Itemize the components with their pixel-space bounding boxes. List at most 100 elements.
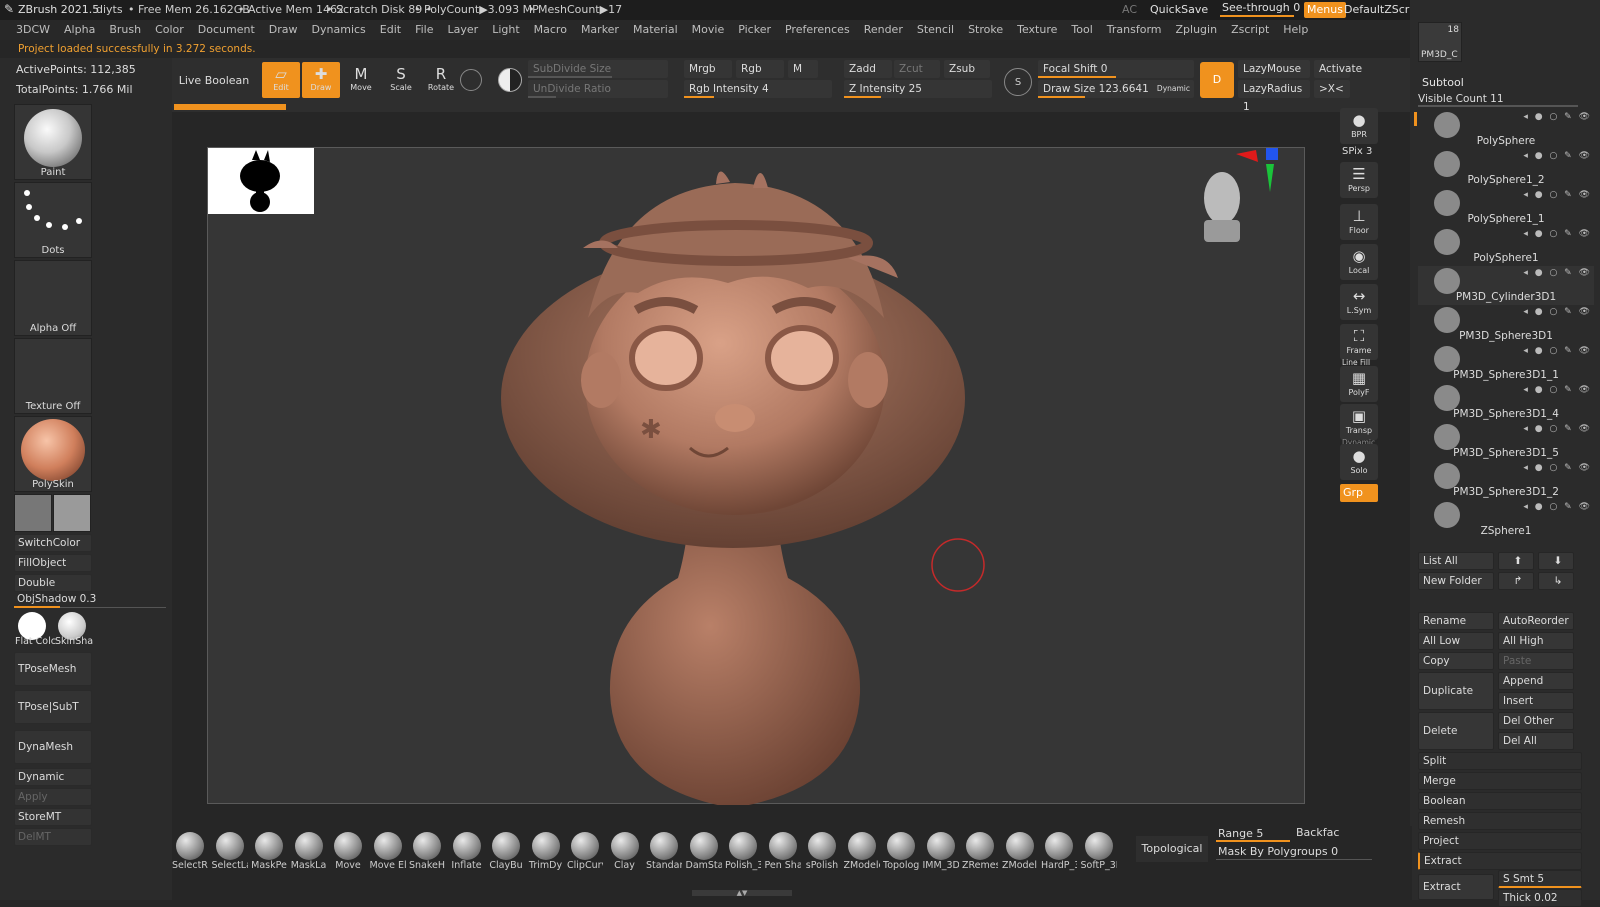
local-button[interactable]: ◉ Local: [1340, 244, 1378, 280]
switch-color-button[interactable]: SwitchColor: [14, 534, 92, 552]
subtool-visibility-icon[interactable]: ◂ ● ○ ✎ 👁: [1523, 229, 1592, 239]
del-all-button[interactable]: Del All: [1498, 732, 1574, 750]
gizmo-icon[interactable]: [460, 69, 482, 91]
range-slider[interactable]: Range 5: [1216, 826, 1290, 842]
list-all-button[interactable]: List All: [1418, 552, 1494, 570]
m-button[interactable]: M: [788, 60, 818, 78]
brush-softp-3d[interactable]: SoftP_3D: [1081, 832, 1117, 871]
subtool-item[interactable]: ◂ ● ○ ✎ 👁 ZSphere1: [1418, 500, 1594, 539]
menu-picker[interactable]: Picker: [738, 20, 771, 40]
subtool-item[interactable]: ◂ ● ○ ✎ 👁 PM3D_Sphere3D1_2: [1418, 461, 1594, 500]
extract-section[interactable]: Extract: [1418, 852, 1582, 870]
apply-button[interactable]: Apply: [14, 788, 92, 806]
mrgb-button[interactable]: Mrgb: [684, 60, 732, 78]
insert-button[interactable]: Insert: [1498, 692, 1574, 710]
menu-draw[interactable]: Draw: [269, 20, 298, 40]
lsym-button[interactable]: ↔ L.Sym: [1340, 284, 1378, 320]
draw-button[interactable]: ✚ Draw: [302, 62, 340, 98]
subtool-item[interactable]: ◂ ● ○ ✎ 👁 PM3D_Sphere3D1_4: [1418, 383, 1594, 422]
rename-button[interactable]: Rename: [1418, 612, 1494, 630]
alpha-thumbnail[interactable]: Alpha Off: [14, 260, 92, 336]
subtool-item[interactable]: ◂ ● ○ ✎ 👁 PolySphere1: [1418, 227, 1594, 266]
all-low-button[interactable]: All Low: [1418, 632, 1494, 650]
menus-button[interactable]: Menus: [1304, 2, 1346, 18]
subtool-visibility-icon[interactable]: ◂ ● ○ ✎ 👁: [1523, 268, 1592, 278]
menu-brush[interactable]: Brush: [109, 20, 141, 40]
menu-macro[interactable]: Macro: [534, 20, 567, 40]
menu-file[interactable]: File: [415, 20, 433, 40]
yin-yang-icon[interactable]: [498, 68, 522, 92]
brush-polish-3[interactable]: Polish_3: [725, 832, 761, 871]
dynamesh-button[interactable]: DynaMesh: [14, 730, 92, 764]
new-folder-button[interactable]: New Folder: [1418, 572, 1494, 590]
brush-pen-sha[interactable]: Pen Sha: [765, 832, 801, 871]
subtool-visibility-icon[interactable]: ◂ ● ○ ✎ 👁: [1523, 307, 1592, 317]
scale-button[interactable]: S Scale: [382, 62, 420, 98]
brush-standar[interactable]: Standar: [646, 832, 682, 871]
zcut-button[interactable]: Zcut: [894, 60, 940, 78]
menu-light[interactable]: Light: [492, 20, 519, 40]
autoreorder-button[interactable]: AutoReorder: [1498, 612, 1574, 630]
tpose-subt-button[interactable]: TPose|SubT: [14, 690, 92, 724]
dynamic-button[interactable]: Dynamic: [14, 768, 92, 786]
all-high-button[interactable]: All High: [1498, 632, 1574, 650]
brush-clipcurv[interactable]: ClipCurv: [567, 832, 603, 871]
menu-zplugin[interactable]: Zplugin: [1176, 20, 1218, 40]
canvas-viewport[interactable]: ✱: [207, 147, 1306, 805]
thick-slider[interactable]: Thick 0.02: [1498, 889, 1582, 907]
main-color-swatch[interactable]: [14, 494, 52, 532]
activate-button[interactable]: Activate: [1314, 60, 1362, 78]
undivide-ratio-slider[interactable]: UnDivide Ratio: [528, 80, 668, 98]
floor-button[interactable]: ⊥ Floor: [1340, 204, 1378, 240]
delete-button[interactable]: Delete: [1418, 712, 1494, 750]
subtool-item[interactable]: ◂ ● ○ ✎ 👁 PolySphere1_1: [1418, 188, 1594, 227]
split-button[interactable]: Split: [1418, 752, 1582, 770]
brush-topolog[interactable]: Topolog: [883, 832, 919, 871]
subtool-item[interactable]: ◂ ● ○ ✎ 👁 PM3D_Sphere3D1_1: [1418, 344, 1594, 383]
subtool-thumbnail[interactable]: 18 PM3D_C: [1418, 22, 1462, 62]
brush-clay[interactable]: Clay: [607, 832, 643, 871]
menu-stroke[interactable]: Stroke: [968, 20, 1003, 40]
paste-button[interactable]: Paste: [1498, 652, 1574, 670]
menu-tool[interactable]: Tool: [1071, 20, 1092, 40]
storemt-button[interactable]: StoreMT: [14, 808, 92, 826]
bpr-button[interactable]: ● BPR: [1340, 108, 1378, 144]
s-smt-slider[interactable]: S Smt 5: [1498, 870, 1582, 888]
brush-snakeho[interactable]: SnakeHo: [409, 832, 445, 871]
boolean-button[interactable]: Boolean: [1418, 792, 1582, 810]
visible-count-slider[interactable]: Visible Count 11: [1418, 93, 1578, 107]
brush-spolish[interactable]: sPolish: [804, 832, 840, 871]
copy-button[interactable]: Copy: [1418, 652, 1494, 670]
symmetry-x-button[interactable]: >X<: [1314, 80, 1350, 98]
d-toggle-button[interactable]: D: [1200, 62, 1234, 98]
menu-preferences[interactable]: Preferences: [785, 20, 850, 40]
objshadow-slider[interactable]: ObjShadow 0.3: [14, 592, 166, 608]
subtool-item[interactable]: ◂ ● ○ ✎ 👁 PM3D_Sphere3D1: [1418, 305, 1594, 344]
brush-zmodele[interactable]: ZModele: [844, 832, 880, 871]
merge-button[interactable]: Merge: [1418, 772, 1582, 790]
brush-claybu[interactable]: ClayBu: [488, 832, 524, 871]
menu-edit[interactable]: Edit: [380, 20, 401, 40]
brush-maskpe[interactable]: MaskPe: [251, 832, 287, 871]
brush-imm-3d[interactable]: IMM_3D: [923, 832, 959, 871]
subtool-visibility-icon[interactable]: ◂ ● ○ ✎ 👁: [1523, 346, 1592, 356]
grp-button[interactable]: Grp: [1340, 484, 1378, 502]
menu-transform[interactable]: Transform: [1107, 20, 1162, 40]
spix-slider[interactable]: SPix 3: [1342, 146, 1372, 157]
rgb-intensity-slider[interactable]: Rgb Intensity 4: [684, 80, 832, 98]
persp-button[interactable]: ☰ Persp: [1340, 162, 1378, 198]
lazyradius-slider[interactable]: LazyRadius 1: [1238, 80, 1310, 113]
subtool-visibility-icon[interactable]: ◂ ● ○ ✎ 👁: [1523, 151, 1592, 161]
subtool-visibility-icon[interactable]: ◂ ● ○ ✎ 👁: [1523, 112, 1592, 122]
sculpt-model[interactable]: ✱: [208, 148, 1306, 805]
project-button[interactable]: Project: [1418, 832, 1582, 850]
tpose-mesh-button[interactable]: TPoseMesh: [14, 652, 92, 686]
extract-button[interactable]: Extract: [1418, 874, 1494, 900]
brush-inflate[interactable]: Inflate: [449, 832, 485, 871]
subtool-item[interactable]: ◂ ● ○ ✎ 👁 PM3D_Sphere3D1_5: [1418, 422, 1594, 461]
texture-thumbnail[interactable]: Texture Off: [14, 338, 92, 414]
s-toggle-button[interactable]: S: [1004, 68, 1032, 96]
menu-3dcw[interactable]: 3DCW: [16, 20, 50, 40]
stroke-thumbnail[interactable]: Dots: [14, 182, 92, 258]
subtool-visibility-icon[interactable]: ◂ ● ○ ✎ 👁: [1523, 385, 1592, 395]
